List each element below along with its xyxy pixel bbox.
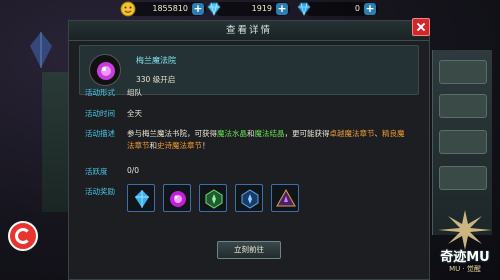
blue-diamond-icon — [206, 1, 222, 17]
reward-slot[interactable] — [127, 184, 155, 212]
currency-bar: 1855810 + 1919 + 0 + — [0, 0, 500, 18]
add-diamond-button[interactable]: + — [276, 3, 288, 15]
green-spellbook-chapter-icon — [205, 189, 223, 209]
diamond-currency: 1919 + — [207, 2, 290, 16]
desc-text: ！ — [202, 141, 210, 150]
gold-amount: 1855810 — [152, 4, 188, 13]
dialog-title: 查看详情 — [225, 25, 272, 36]
reward-slot[interactable] — [271, 184, 299, 212]
event-time-label: 活动时间 — [85, 109, 115, 118]
purple-spellbook-chapter-icon — [276, 188, 296, 207]
desc-text: ，更可能获得 — [284, 129, 330, 138]
background-side-panel — [432, 50, 492, 235]
event-name: 梅兰魔法院 — [136, 56, 176, 65]
event-desc-label: 活动描述 — [85, 129, 115, 138]
desc-text: 和 — [247, 129, 255, 138]
background-tile — [439, 94, 487, 118]
background-tile — [439, 60, 487, 84]
platform-g-icon[interactable] — [8, 221, 38, 251]
gold-currency: 1855810 + — [120, 1, 206, 17]
desc-item-magic-crystallization: 魔法结晶 — [254, 129, 285, 138]
blue-crystal-icon — [135, 190, 149, 208]
close-icon[interactable] — [412, 18, 430, 36]
purple-crystal-icon — [170, 191, 186, 207]
blue-diamond-icon — [296, 1, 312, 17]
bound-diamond-amount: 0 — [354, 4, 360, 13]
reward-slot[interactable] — [235, 184, 263, 212]
event-time-value: 全天 — [127, 109, 142, 118]
activity-value: 0/0 — [127, 166, 140, 175]
desc-item-epic-chapter: 史诗魔法章节 — [157, 141, 202, 150]
logo-text: 奇迹MU — [440, 250, 490, 265]
diamond-amount: 1919 — [251, 4, 272, 13]
activity-label: 活跃度 — [85, 167, 108, 176]
add-bound-diamond-button[interactable]: + — [364, 3, 376, 15]
dialog-header: 查看详情 — [69, 21, 429, 41]
desc-text: 、 — [374, 129, 383, 138]
desc-item-excellent-chapter: 卓越魔法章节 — [329, 129, 375, 138]
reward-label: 活动奖励 — [85, 187, 115, 196]
event-description: 参与梅兰魔法书院，可获得魔法水晶和魔法结晶，更可能获得卓越魔法章节、精良魔法章节… — [127, 128, 409, 152]
background-tile — [439, 166, 487, 190]
event-icon-frame — [89, 54, 121, 86]
background-crystal-icon — [26, 30, 56, 70]
event-detail-dialog: 查看详情 梅兰魔法院 330 级开启 活动形式 组队 活动时间 全天 活动描述 … — [68, 20, 430, 280]
logo-subtitle: MU · 觉醒 — [449, 265, 481, 273]
purple-orb-icon — [97, 62, 115, 80]
desc-text: 参与梅兰魔法书院，可获得 — [127, 129, 217, 138]
add-gold-button[interactable]: + — [192, 3, 204, 15]
bound-diamond-currency: 0 + — [297, 2, 378, 16]
reward-slot[interactable] — [163, 184, 191, 212]
event-form-label: 活动形式 — [85, 88, 115, 97]
desc-item-magic-crystal: 魔法水晶 — [217, 129, 247, 138]
game-logo: 奇迹MU MU · 觉醒 — [432, 210, 498, 278]
reward-slot[interactable] — [199, 184, 227, 212]
go-now-button[interactable]: 立刻前往 — [217, 241, 281, 259]
background-tile — [439, 130, 487, 154]
event-level-requirement: 330 级开启 — [136, 75, 176, 84]
desc-text: 和 — [149, 141, 158, 150]
gold-coin-face-icon — [120, 1, 136, 17]
logo-star-icon — [438, 210, 492, 250]
event-form-value: 组队 — [127, 88, 142, 97]
blue-spellbook-chapter-icon — [241, 189, 259, 209]
